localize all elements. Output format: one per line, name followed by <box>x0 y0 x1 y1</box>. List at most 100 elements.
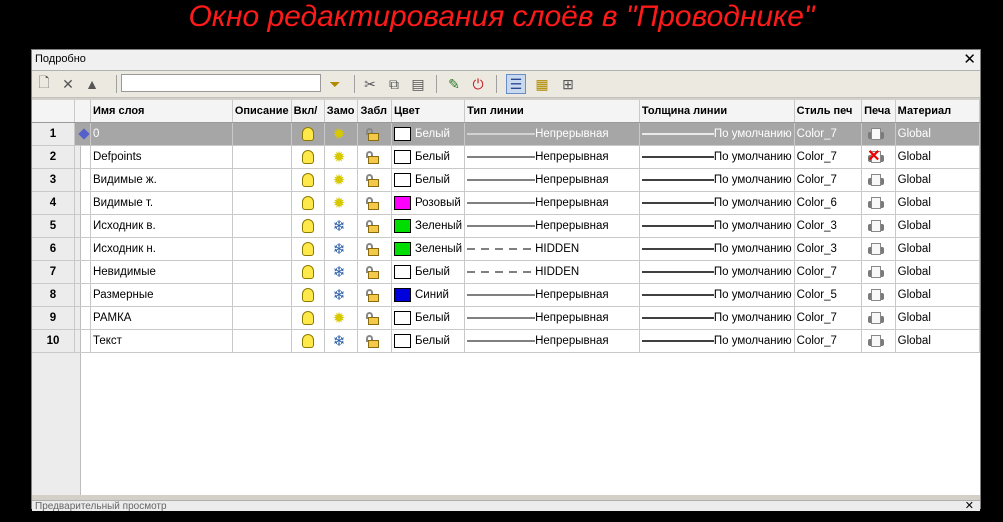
close-icon[interactable]: ✕ <box>965 501 974 511</box>
table-row[interactable]: 9 РАМКА ✹ Белый Непрерывная По умолчанию Color… <box>32 306 981 330</box>
plot-cell[interactable] <box>861 214 896 238</box>
lock-cell[interactable] <box>357 191 392 215</box>
lock-cell[interactable] <box>357 283 392 307</box>
material-cell[interactable]: Global <box>895 260 981 284</box>
linetype-cell[interactable]: Непрерывная <box>464 168 640 192</box>
plotstyle-cell[interactable]: Color_6 <box>794 191 863 215</box>
col-header[interactable] <box>32 100 75 123</box>
layer-name[interactable]: Текст <box>90 329 233 353</box>
material-cell[interactable]: Global <box>895 168 981 192</box>
lock-cell[interactable] <box>357 329 392 353</box>
plotstyle-cell[interactable]: Color_3 <box>794 237 863 261</box>
on-cell[interactable] <box>291 329 325 353</box>
layer-description[interactable] <box>232 329 292 353</box>
table-row[interactable]: 5 Исходник в. ❄ Зеленый Непрерывная По умолча… <box>32 214 981 238</box>
col-header-linetype[interactable]: Тип линии <box>464 100 640 123</box>
lock-cell[interactable] <box>357 214 392 238</box>
col-header-freeze[interactable]: Замо <box>324 100 359 123</box>
plotstyle-cell[interactable]: Color_7 <box>794 145 863 169</box>
lock-cell[interactable] <box>357 168 392 192</box>
frozen-icon[interactable]: ❄ <box>333 264 346 281</box>
material-cell[interactable]: Global <box>895 191 981 215</box>
freeze-cell[interactable]: ✹ <box>324 306 359 330</box>
table-row[interactable]: 6 Исходник н. ❄ Зеленый HIDDEN По умолчанию Co… <box>32 237 981 261</box>
copy-icon[interactable]: ⧉ <box>384 74 404 94</box>
on-cell[interactable] <box>291 260 325 284</box>
material-cell[interactable]: Global <box>895 283 981 307</box>
freeze-cell[interactable]: ❄ <box>324 283 359 307</box>
layer-description[interactable] <box>232 191 292 215</box>
plot-cell[interactable] <box>861 191 896 215</box>
printer-icon[interactable] <box>868 265 885 279</box>
lineweight-cell[interactable]: По умолчанию <box>639 168 795 192</box>
on-cell[interactable] <box>291 283 325 307</box>
col-header-lineweight[interactable]: Толщина линии <box>639 100 795 123</box>
thawed-icon[interactable]: ✹ <box>333 310 346 327</box>
plotstyle-cell[interactable]: Color_7 <box>794 122 863 146</box>
table-row[interactable]: 10 Текст ❄ Белый Непрерывная По умолчанию Colo… <box>32 329 981 353</box>
lineweight-cell[interactable]: По умолчанию <box>639 283 795 307</box>
table-row[interactable]: 2 Defpoints ✹ Белый Непрерывная По умолчанию C… <box>32 145 981 169</box>
unlocked-icon[interactable] <box>366 127 380 141</box>
unlocked-icon[interactable] <box>366 334 380 348</box>
light-bulb-icon[interactable] <box>301 242 314 256</box>
layer-description[interactable] <box>232 145 292 169</box>
unlocked-icon[interactable] <box>366 173 380 187</box>
color-cell[interactable]: Белый <box>391 122 466 146</box>
col-header[interactable] <box>74 100 91 123</box>
lineweight-cell[interactable]: По умолчанию <box>639 122 795 146</box>
lock-cell[interactable] <box>357 122 392 146</box>
material-cell[interactable]: Global <box>895 329 981 353</box>
layer-name[interactable]: Видимые т. <box>90 191 233 215</box>
set-current-icon[interactable]: ▲ <box>82 74 102 94</box>
freeze-cell[interactable]: ❄ <box>324 237 359 261</box>
plot-cell[interactable] <box>861 122 896 146</box>
plot-cell[interactable] <box>861 237 896 261</box>
on-cell[interactable] <box>291 237 325 261</box>
layer-description[interactable] <box>232 214 292 238</box>
linetype-cell[interactable]: Непрерывная <box>464 329 640 353</box>
lineweight-cell[interactable]: По умолчанию <box>639 260 795 284</box>
lock-cell[interactable] <box>357 237 392 261</box>
printer-icon[interactable] <box>868 173 885 187</box>
layer-description[interactable] <box>232 283 292 307</box>
on-cell[interactable] <box>291 145 325 169</box>
printer-icon[interactable] <box>868 311 885 325</box>
frozen-icon[interactable]: ❄ <box>333 333 346 350</box>
no-plot-icon[interactable]: ✕ <box>867 148 885 164</box>
light-bulb-icon[interactable] <box>301 311 314 325</box>
light-bulb-icon[interactable] <box>301 173 314 187</box>
color-cell[interactable]: Зеленый <box>391 214 466 238</box>
frozen-icon[interactable]: ❄ <box>333 218 346 235</box>
plotstyle-cell[interactable]: Color_5 <box>794 283 863 307</box>
col-header-plot[interactable]: Печа <box>861 100 896 123</box>
layer-name[interactable]: Исходник н. <box>90 237 233 261</box>
layer-description[interactable] <box>232 168 292 192</box>
plot-cell[interactable] <box>861 306 896 330</box>
plot-cell[interactable]: ✕ <box>861 145 896 169</box>
plot-cell[interactable] <box>861 283 896 307</box>
material-cell[interactable]: Global <box>895 145 981 169</box>
linetype-cell[interactable]: Непрерывная <box>464 191 640 215</box>
layer-description[interactable] <box>232 260 292 284</box>
thawed-icon[interactable]: ✹ <box>333 172 346 189</box>
details-view-icon[interactable]: ☰ <box>506 74 526 94</box>
large-icons-view-icon[interactable]: ▦ <box>532 74 552 94</box>
lock-cell[interactable] <box>357 260 392 284</box>
lineweight-cell[interactable]: По умолчанию <box>639 329 795 353</box>
layer-name[interactable]: Невидимые <box>90 260 233 284</box>
color-cell[interactable]: Розовый <box>391 191 466 215</box>
lineweight-cell[interactable]: По умолчанию <box>639 237 795 261</box>
color-cell[interactable]: Белый <box>391 168 466 192</box>
table-row[interactable]: 8 Размерные ❄ Синий Непрерывная По умолчанию C… <box>32 283 981 307</box>
table-row[interactable]: 4 Видимые т. ✹ Розовый Непрерывная По умолчан… <box>32 191 981 215</box>
frozen-icon[interactable]: ❄ <box>333 287 346 304</box>
layer-name[interactable]: 0 <box>90 122 233 146</box>
printer-icon[interactable] <box>868 242 885 256</box>
plotstyle-cell[interactable]: Color_7 <box>794 306 863 330</box>
table-row[interactable]: 3 Видимые ж. ✹ Белый Непрерывная По умолчанию… <box>32 168 981 192</box>
freeze-cell[interactable]: ✹ <box>324 122 359 146</box>
plotstyle-cell[interactable]: Color_3 <box>794 214 863 238</box>
filter-icon[interactable]: ⏷ <box>325 74 345 94</box>
freeze-cell[interactable]: ❄ <box>324 260 359 284</box>
